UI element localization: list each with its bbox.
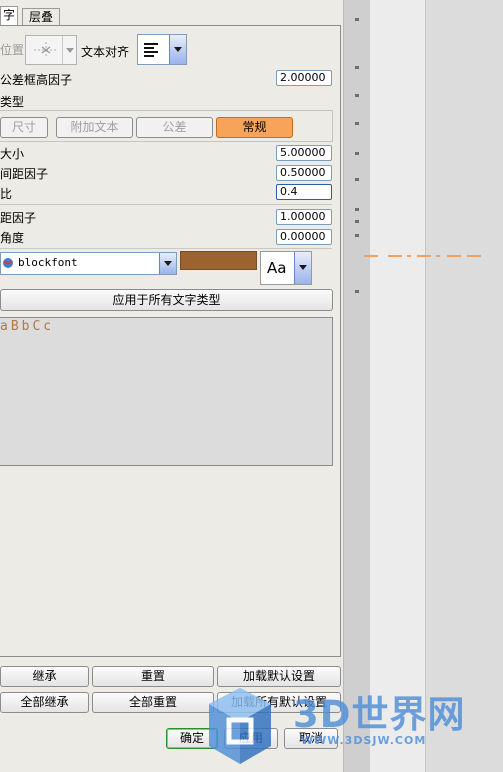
drawing-canvas[interactable]: [364, 0, 503, 772]
chevron-down-icon: [299, 265, 307, 270]
strip-marker: [355, 94, 359, 97]
aspect-ratio-input[interactable]: 0.4: [276, 184, 332, 200]
centerline-dash: [447, 255, 461, 257]
strip-marker: [355, 178, 359, 181]
strip-marker: [355, 66, 359, 69]
spacing-factor-input[interactable]: 0.50000: [276, 165, 332, 181]
anchor-point-icon: [34, 42, 58, 58]
strip-marker: [355, 152, 359, 155]
chevron-down-icon: [164, 261, 172, 266]
position-dropdown-arrow: [62, 36, 76, 64]
text-align-dropdown-arrow: [169, 35, 186, 64]
type-tolerance-button[interactable]: 公差: [136, 117, 213, 138]
strip-marker: [355, 220, 359, 223]
chevron-down-icon: [174, 47, 182, 52]
centerline-dash: [467, 255, 481, 257]
size-input[interactable]: 5.00000: [276, 145, 332, 161]
font-dropdown-arrow: [159, 253, 176, 274]
type-general-button[interactable]: 常规: [216, 117, 293, 138]
side-toolbar-strip[interactable]: [343, 0, 371, 772]
watermark-logo: 3D世界网: [293, 693, 466, 736]
centerline-dash: [388, 255, 402, 257]
position-label: 位置: [0, 43, 25, 57]
size-label: 大小: [0, 147, 25, 161]
type-group: 尺寸 附加文本 公差 常规: [0, 110, 333, 142]
canvas-panel: [425, 0, 503, 772]
font-name: blockfont: [18, 256, 78, 269]
font-style-label: Aa: [267, 259, 287, 277]
centerline-dash: [417, 255, 431, 257]
tab-layer[interactable]: 层叠: [22, 8, 61, 25]
watermark-cube-icon: [209, 688, 271, 764]
apply-to-all-text-types-button[interactable]: 应用于所有文字类型: [0, 289, 333, 311]
align-left-icon: [144, 43, 158, 57]
reset-button[interactable]: 重置: [92, 666, 214, 687]
tolerance-frame-factor-label: 公差框高因子: [0, 73, 73, 87]
centerline-dash: [407, 255, 411, 257]
font-color-swatch[interactable]: [180, 251, 257, 270]
separator: [0, 248, 332, 249]
inherit-all-button[interactable]: 全部继承: [0, 692, 89, 713]
text-preview-pane: aBbCc: [0, 317, 333, 466]
reset-all-button[interactable]: 全部重置: [92, 692, 214, 713]
spacing-factor-label: 间距因子: [0, 167, 49, 181]
centerline-dash: [436, 255, 440, 257]
text-settings-dialog: 字 层叠 位置 文本对齐 公差框高因子 2.00000 类型 尺寸 附加文本 公…: [0, 0, 343, 772]
tab-text[interactable]: 字: [0, 6, 18, 26]
inherit-button[interactable]: 继承: [0, 666, 89, 687]
text-align-label: 文本对齐: [81, 45, 130, 59]
centerline-dash: [364, 255, 378, 257]
text-align-dropdown[interactable]: [137, 34, 187, 65]
strip-marker: [355, 290, 359, 293]
type-label: 类型: [0, 95, 25, 109]
strip-marker: [355, 234, 359, 237]
angle-input[interactable]: 0.00000: [276, 229, 332, 245]
font-globe-icon: [3, 258, 13, 268]
type-dimension-button[interactable]: 尺寸: [0, 117, 48, 138]
strip-marker: [355, 122, 359, 125]
tab-text-label: 字: [3, 8, 16, 22]
chevron-down-icon: [66, 48, 74, 53]
preview-text: aBbCc: [0, 319, 55, 334]
tolerance-frame-factor-input[interactable]: 2.00000: [276, 70, 332, 86]
type-annotation-button[interactable]: 附加文本: [56, 117, 133, 138]
separator: [0, 204, 332, 205]
position-dropdown[interactable]: [25, 35, 77, 65]
line-spacing-factor-label: 距因子: [0, 211, 37, 225]
line-spacing-factor-input[interactable]: 1.00000: [276, 209, 332, 225]
angle-label: 角度: [0, 231, 25, 245]
watermark: 3D世界网 WWW.3DSJW.COM: [205, 684, 500, 768]
watermark-url: WWW.3DSJW.COM: [301, 734, 427, 747]
strip-marker: [355, 18, 359, 21]
strip-marker: [355, 208, 359, 211]
font-dropdown[interactable]: blockfont: [0, 252, 177, 275]
aspect-ratio-label: 比: [0, 187, 13, 201]
font-style-dropdown[interactable]: Aa: [260, 251, 312, 285]
tab-layer-label: 层叠: [29, 10, 54, 24]
font-style-dropdown-arrow: [294, 252, 311, 284]
